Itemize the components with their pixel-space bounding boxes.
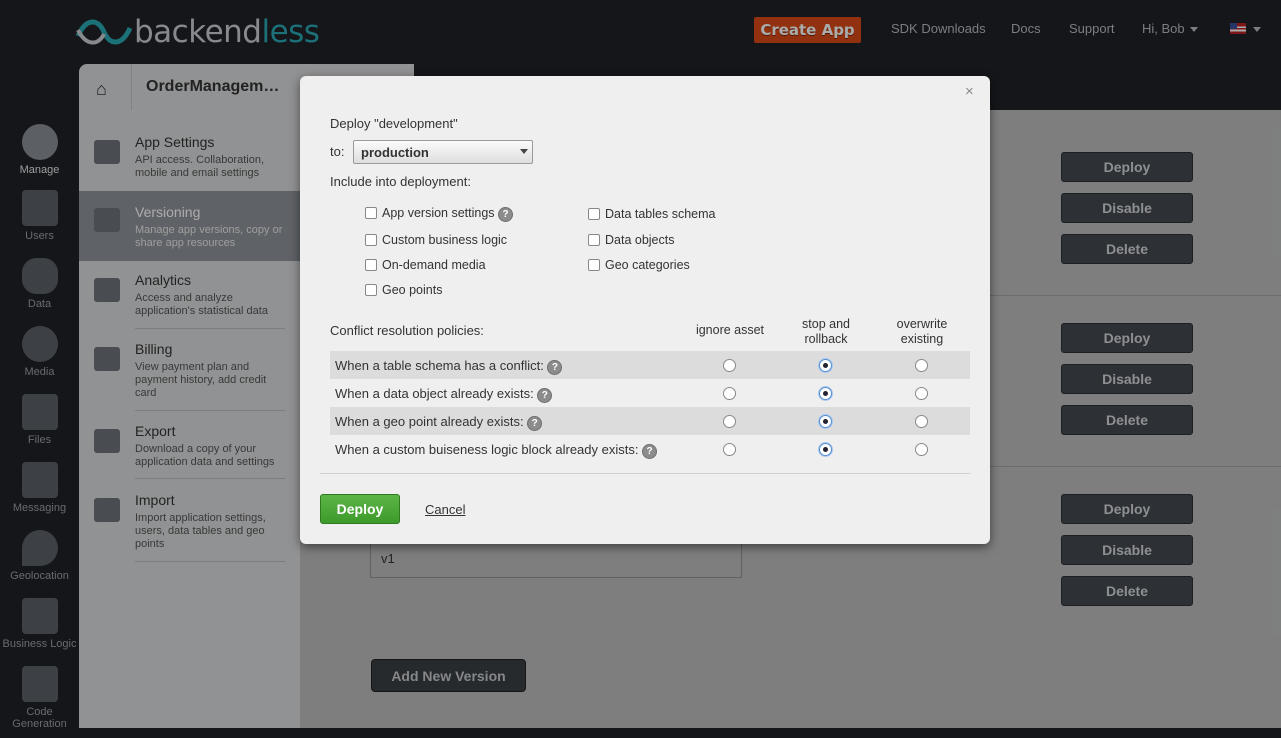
- checkbox-label: Geo categories: [605, 258, 690, 272]
- checkbox-label: Geo points: [382, 283, 443, 297]
- checkbox[interactable]: [365, 234, 377, 246]
- policy-label: When a data object already exists: ?: [335, 386, 553, 403]
- target-label: to:: [330, 144, 345, 159]
- checkbox[interactable]: [588, 234, 600, 246]
- checkbox-label: Data objects: [605, 233, 675, 247]
- checkbox-label: App version settings ?: [382, 206, 514, 222]
- policy-label: When a table schema has a conflict: ?: [335, 358, 563, 375]
- help-icon[interactable]: ?: [498, 207, 514, 222]
- target-select-value: production: [361, 145, 429, 160]
- checkbox[interactable]: [365, 259, 377, 271]
- confirm-deploy-button[interactable]: Deploy: [320, 494, 400, 524]
- radio-ignore-asset[interactable]: [723, 443, 736, 456]
- cancel-link[interactable]: Cancel: [425, 502, 465, 517]
- checkbox[interactable]: [588, 208, 600, 220]
- radio-ignore-asset[interactable]: [723, 359, 736, 372]
- radio-ignore-asset[interactable]: [723, 387, 736, 400]
- radio-overwrite-existing[interactable]: [915, 443, 928, 456]
- help-icon[interactable]: ?: [527, 416, 543, 431]
- help-icon[interactable]: ?: [537, 388, 553, 403]
- help-icon[interactable]: ?: [642, 444, 658, 459]
- checkbox[interactable]: [365, 284, 377, 296]
- radio-overwrite-existing[interactable]: [915, 415, 928, 428]
- checkbox[interactable]: [588, 259, 600, 271]
- divider: [320, 473, 970, 474]
- radio-stop-and-rollback[interactable]: [819, 443, 832, 456]
- policy-row-business-logic: When a custom buiseness logic block alre…: [330, 435, 970, 463]
- policy-label: When a custom buiseness logic block alre…: [335, 442, 658, 459]
- radio-stop-and-rollback[interactable]: [819, 359, 832, 372]
- include-label: Include into deployment:: [330, 174, 471, 189]
- conflict-label: Conflict resolution policies:: [330, 323, 484, 338]
- radio-stop-and-rollback[interactable]: [819, 415, 832, 428]
- policy-row-geo-point: When a geo point already exists: ?: [330, 407, 970, 435]
- deploy-dialog: × Deploy "development" to: production In…: [300, 76, 990, 544]
- policy-label: When a geo point already exists: ?: [335, 414, 543, 431]
- column-header-overwrite: overwrite existing: [896, 317, 948, 346]
- radio-ignore-asset[interactable]: [723, 415, 736, 428]
- target-select[interactable]: production: [353, 140, 533, 164]
- policy-row-table-schema: When a table schema has a conflict: ?: [330, 351, 970, 379]
- radio-overwrite-existing[interactable]: [915, 359, 928, 372]
- checkbox-label: On-demand media: [382, 258, 486, 272]
- chevron-down-icon: [520, 149, 528, 154]
- radio-stop-and-rollback[interactable]: [819, 387, 832, 400]
- checkbox-label: Data tables schema: [605, 207, 716, 221]
- column-header-ignore: ignore asset: [695, 323, 765, 337]
- checkbox-label: Custom business logic: [382, 233, 508, 247]
- close-icon[interactable]: ×: [965, 83, 974, 100]
- help-icon[interactable]: ?: [547, 360, 563, 375]
- column-header-stop: stop and rollback: [802, 317, 850, 346]
- policy-row-data-object: When a data object already exists: ?: [330, 379, 970, 407]
- checkbox[interactable]: [365, 207, 377, 219]
- radio-overwrite-existing[interactable]: [915, 387, 928, 400]
- dialog-title: Deploy "development": [330, 116, 458, 131]
